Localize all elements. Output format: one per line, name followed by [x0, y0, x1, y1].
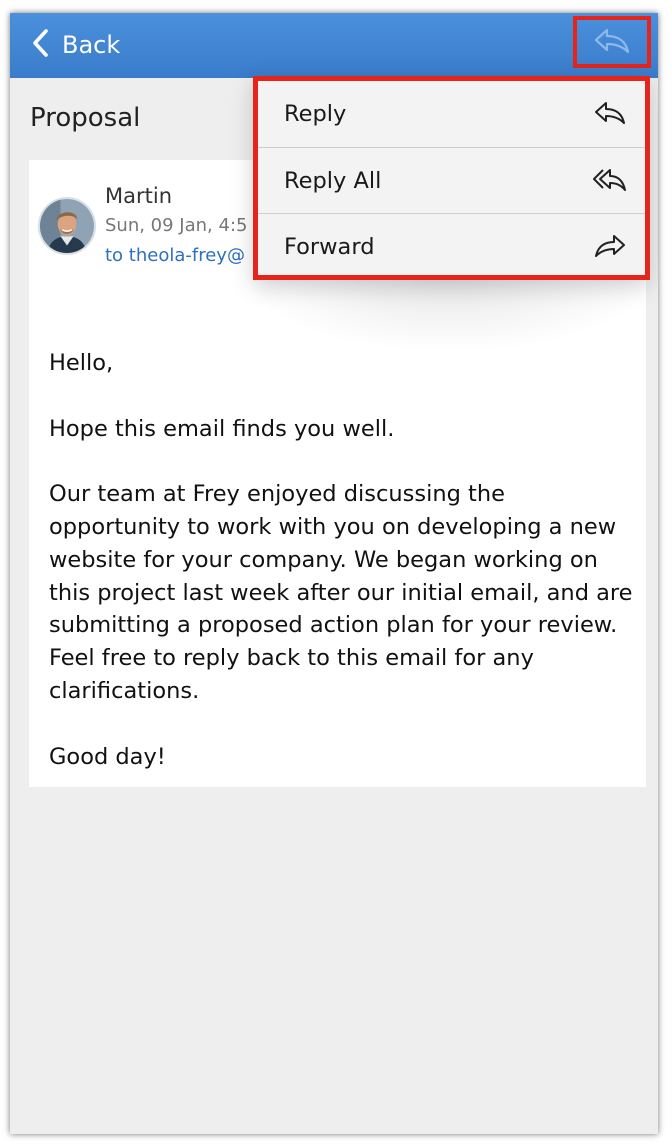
- menu-item-label: Reply: [284, 101, 347, 127]
- reply-menu: Reply Reply All Forward: [253, 76, 650, 280]
- sender-avatar: [38, 197, 96, 255]
- menu-item-reply[interactable]: Reply: [258, 81, 645, 147]
- reply-action-button[interactable]: [573, 16, 651, 68]
- reply-icon: [593, 99, 645, 129]
- menu-item-forward[interactable]: Forward: [258, 214, 645, 280]
- menu-item-label: Reply All: [284, 168, 382, 194]
- body-paragraph: Good day!: [49, 743, 166, 770]
- recipient-link[interactable]: to theola-frey@: [105, 245, 245, 266]
- reply-all-icon: [593, 166, 645, 196]
- email-date: Sun, 09 Jan, 4:5: [105, 215, 248, 236]
- top-bar: Back: [10, 13, 658, 78]
- email-subject: Proposal: [30, 103, 141, 133]
- body-paragraph: Hope this email finds you well.: [49, 415, 395, 442]
- forward-icon: [593, 232, 645, 262]
- menu-shadow: [240, 273, 658, 353]
- chevron-left-icon: [30, 28, 50, 62]
- email-body: Hello, Hope this email finds you well. O…: [49, 347, 639, 773]
- sender-name: Martin: [105, 184, 172, 208]
- reply-icon: [593, 25, 631, 59]
- body-paragraph: Our team at Frey enjoyed discussing the …: [49, 481, 633, 704]
- app-frame: Back Proposal Martin Sun, 09 Jan, 4:5 to…: [10, 13, 658, 1134]
- menu-item-reply-all[interactable]: Reply All: [258, 148, 645, 214]
- back-button[interactable]: Back: [30, 27, 120, 63]
- menu-item-label: Forward: [284, 234, 375, 260]
- back-label: Back: [62, 31, 121, 59]
